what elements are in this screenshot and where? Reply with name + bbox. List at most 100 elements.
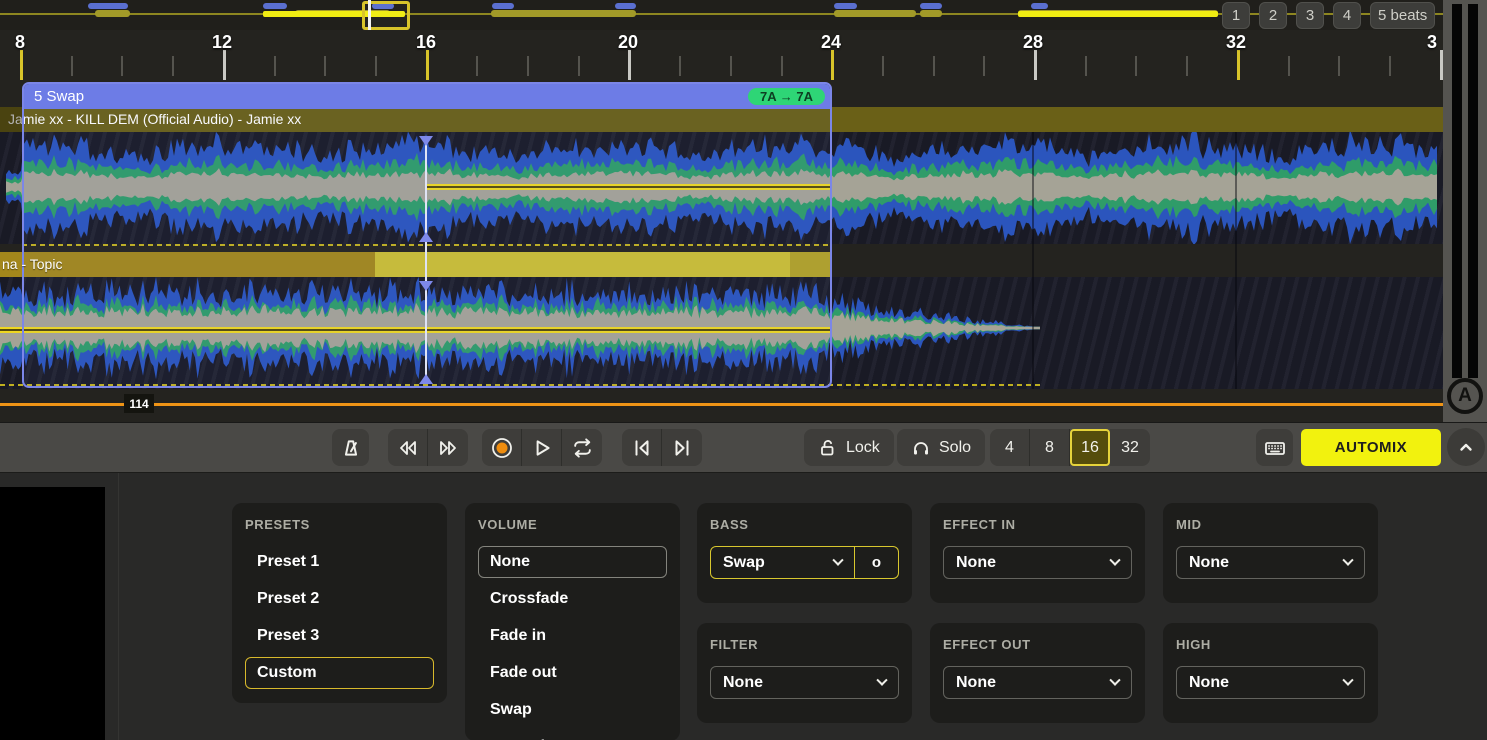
ruler-beat-label: 24: [821, 32, 841, 53]
high-select[interactable]: None: [1176, 666, 1365, 699]
bass-select[interactable]: Swap: [710, 546, 855, 579]
ruler-minor-tick: [1288, 56, 1290, 76]
preset-item-preset-1[interactable]: Preset 1: [245, 546, 434, 578]
filter-select[interactable]: None: [710, 666, 899, 699]
minimap-clip-blue: [834, 3, 857, 9]
ruler-minor-tick: [274, 56, 276, 76]
chevron-down-icon: [1342, 674, 1353, 685]
beat-count-button-1[interactable]: 1: [1222, 2, 1250, 29]
timeline-ruler[interactable]: 81216202428323: [0, 30, 1443, 80]
record-button[interactable]: [482, 429, 522, 466]
skip-to-start-button[interactable]: [622, 429, 662, 466]
bar-gridline: [1235, 132, 1237, 389]
rewind-button[interactable]: [388, 429, 428, 466]
effect-in-value: None: [956, 554, 996, 572]
skip-to-end-button[interactable]: [662, 429, 702, 466]
effect-in-select[interactable]: None: [943, 546, 1132, 579]
filter-title: FILTER: [710, 637, 899, 652]
bass-value: Swap: [723, 554, 765, 572]
automix-button[interactable]: AUTOMIX: [1301, 429, 1441, 466]
seek-button-group: [388, 429, 468, 466]
beat-count-button-3[interactable]: 3: [1296, 2, 1324, 29]
headphones-icon: [911, 438, 931, 458]
lock-button[interactable]: Lock: [804, 429, 894, 466]
metronome-button[interactable]: [332, 429, 369, 466]
chevron-down-icon: [1109, 554, 1120, 565]
mid-select[interactable]: None: [1176, 546, 1365, 579]
minimap-playhead[interactable]: [368, 0, 371, 31]
volume-option-fade-out[interactable]: Fade out: [478, 657, 667, 689]
loop-length-button-8[interactable]: 8: [1030, 429, 1070, 466]
automix-logo-icon: A: [1447, 378, 1483, 414]
solo-button[interactable]: Solo: [897, 429, 985, 466]
transition-label: 5 Swap: [34, 88, 84, 105]
dj-mix-editor-window: 12345 beats 81216202428323 Jamie xx - KI…: [0, 0, 1487, 740]
minimap-clip-blue: [920, 3, 942, 9]
loop-button[interactable]: [562, 429, 602, 466]
minimap-clip-blue: [1031, 3, 1048, 9]
cue-marker-handle-icon[interactable]: [419, 374, 433, 384]
beat-count-button-4[interactable]: 4: [1333, 2, 1361, 29]
loop-length-button-group: 481632: [990, 429, 1150, 466]
minimap-clip-olive: [491, 10, 636, 17]
transport-bar: Lock Solo 481632 AUTOMIX: [0, 422, 1487, 472]
mid-card: MID None: [1163, 503, 1378, 603]
transition-header[interactable]: 5 Swap 7A → 7A: [24, 84, 830, 109]
cue-marker-handle-icon[interactable]: [419, 136, 433, 146]
chevron-down-icon: [1342, 554, 1353, 565]
ruler-minor-tick: [1338, 56, 1340, 76]
effect-out-select[interactable]: None: [943, 666, 1132, 699]
bass-curve-button[interactable]: o: [855, 546, 899, 579]
presets-title: PRESETS: [245, 517, 434, 532]
ruler-minor-tick: [476, 56, 478, 76]
minimap-clip-blue: [88, 3, 128, 9]
chevron-down-icon: [832, 554, 843, 565]
effect-out-title: EFFECT OUT: [943, 637, 1132, 652]
tempo-automation-line[interactable]: [0, 403, 1443, 406]
minimap-active-segment: [1018, 11, 1218, 17]
fast-forward-button[interactable]: [428, 429, 468, 466]
playback-button-group: [482, 429, 602, 466]
preset-item-preset-2[interactable]: Preset 2: [245, 583, 434, 615]
beat-count-button-5-beats[interactable]: 5 beats: [1370, 2, 1435, 29]
loop-icon: [571, 437, 594, 459]
record-icon: [490, 436, 514, 460]
volume-option-crossfade[interactable]: Crossfade: [478, 583, 667, 615]
preset-item-custom[interactable]: Custom: [245, 657, 434, 689]
volume-option-none[interactable]: None: [478, 546, 667, 578]
collapse-panel-button[interactable]: [1447, 428, 1485, 466]
key-transition-badge: 7A → 7A: [748, 88, 825, 105]
effect-out-value: None: [956, 674, 996, 692]
panel-separator: [118, 473, 119, 740]
loop-length-button-16[interactable]: 16: [1070, 429, 1110, 466]
high-title: HIGH: [1176, 637, 1365, 652]
effect-in-card: EFFECT IN None: [930, 503, 1145, 603]
beat-count-button-2[interactable]: 2: [1259, 2, 1287, 29]
volume-option-manual[interactable]: Manual: [478, 731, 667, 740]
keyboard-shortcuts-button[interactable]: [1256, 429, 1293, 466]
swap-cue-marker-line[interactable]: [425, 138, 427, 384]
minimap-clip-blue: [492, 3, 514, 9]
ruler-beat-label: 16: [416, 32, 436, 53]
presets-card: PRESETS Preset 1 Preset 2 Preset 3 Custom: [232, 503, 447, 703]
cue-marker-handle-icon[interactable]: [419, 232, 433, 242]
minimap-clip-blue: [615, 3, 636, 9]
fast-forward-icon: [437, 437, 459, 459]
video-preview-box: [0, 487, 105, 740]
ruler-minor-tick: [324, 56, 326, 76]
minimap-clip-olive: [834, 10, 916, 17]
high-value: None: [1189, 674, 1229, 692]
volume-option-swap[interactable]: Swap: [478, 694, 667, 726]
play-button[interactable]: [522, 429, 562, 466]
effect-in-title: EFFECT IN: [943, 517, 1132, 532]
volume-option-fade-in[interactable]: Fade in: [478, 620, 667, 652]
preset-item-preset-3[interactable]: Preset 3: [245, 620, 434, 652]
volume-title: VOLUME: [478, 517, 667, 532]
loop-length-button-4[interactable]: 4: [990, 429, 1030, 466]
ruler-minor-tick: [781, 56, 783, 76]
ruler-minor-tick: [1085, 56, 1087, 76]
cue-marker-handle-icon[interactable]: [419, 281, 433, 291]
solo-label: Solo: [939, 439, 971, 457]
bar-gridline: [1032, 132, 1034, 389]
loop-length-button-32[interactable]: 32: [1110, 429, 1150, 466]
